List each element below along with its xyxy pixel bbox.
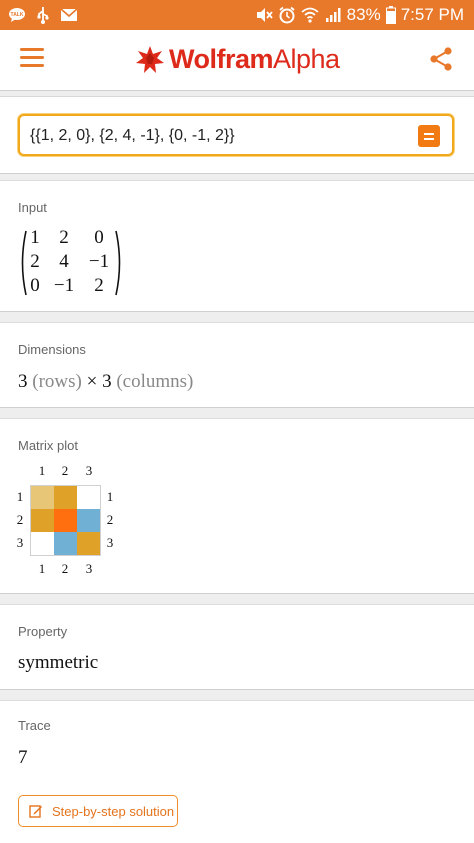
signal-icon xyxy=(325,8,341,22)
matrix-cell: 0 xyxy=(94,227,104,248)
wifi-icon xyxy=(301,7,319,23)
search-section xyxy=(0,96,474,174)
status-right: 83% 7:57 PM xyxy=(255,5,464,25)
share-icon[interactable] xyxy=(428,46,454,72)
plot-bottom-label: 2 xyxy=(61,561,69,576)
matrix-cell: 2 xyxy=(30,251,40,272)
battery-icon xyxy=(385,6,396,24)
times-sign: × xyxy=(86,371,98,392)
pod-title: Input xyxy=(18,200,47,215)
property-value: symmetric xyxy=(18,652,99,673)
pod-title: Trace xyxy=(18,718,51,733)
matrix-plot-pod: Matrix plot 1 2 3 1 2 3 1 2 3 1 2 3 xyxy=(0,418,474,594)
plot-cell xyxy=(54,509,77,532)
matrix-cell: 1 xyxy=(30,227,40,248)
plot-cell xyxy=(31,532,54,555)
plot-cell xyxy=(77,486,100,509)
logo-part-wolfram: Wolfram xyxy=(169,44,274,74)
talk-icon: TALK xyxy=(9,8,25,22)
plot-cell xyxy=(77,532,100,555)
matrix-cell: 4 xyxy=(59,251,69,272)
plot-cell xyxy=(31,486,54,509)
wolfram-alpha-logo[interactable]: WolframAlpha xyxy=(135,44,340,75)
plot-top-label: 3 xyxy=(85,463,93,478)
search-box xyxy=(18,114,454,156)
plot-bottom-label: 3 xyxy=(85,561,93,576)
pod-title: Dimensions xyxy=(18,342,86,357)
rows-unit: (rows) xyxy=(32,371,82,392)
input-pod: Input 1 2 0 2 4 −1 0 −1 2 xyxy=(0,180,474,312)
trace-pod: Trace 7 Step-by-step solution xyxy=(0,700,474,843)
matrix-cell: 2 xyxy=(59,227,69,248)
step-by-step-button[interactable]: Step-by-step solution xyxy=(18,795,178,827)
right-paren xyxy=(115,230,121,296)
compute-button[interactable] xyxy=(418,125,440,147)
pod-title: Matrix plot xyxy=(18,438,78,453)
pod-title: Property xyxy=(18,624,68,639)
search-input[interactable] xyxy=(30,124,410,148)
matrix-cell: 2 xyxy=(94,275,104,296)
plot-top-label: 1 xyxy=(38,463,46,478)
step-by-step-label: Step-by-step solution xyxy=(52,803,175,819)
status-bar: TALK 83% 7:57 PM xyxy=(0,0,474,30)
plot-cell xyxy=(54,532,77,555)
hamburger-icon-line xyxy=(20,56,44,59)
edit-icon xyxy=(29,805,42,818)
cols-value: 3 xyxy=(102,371,112,392)
plot-cell xyxy=(31,509,54,532)
matrix-cell: 0 xyxy=(30,275,40,296)
app-bar: WolframAlpha xyxy=(0,30,474,91)
dimensions-pod: Dimensions 3 (rows) × 3 (columns) xyxy=(0,322,474,408)
wolfram-spikey-icon xyxy=(136,45,164,73)
rows-value: 3 xyxy=(18,371,28,392)
mute-icon xyxy=(256,8,273,22)
mail-icon xyxy=(60,8,78,21)
plot-right-label: 2 xyxy=(106,512,114,527)
plot-left-label: 3 xyxy=(16,535,24,550)
matrix-cell: −1 xyxy=(53,275,75,296)
cols-unit: (columns) xyxy=(116,371,194,392)
logo-part-alpha: Alpha xyxy=(273,44,340,74)
plot-cell xyxy=(77,509,100,532)
plot-bottom-label: 1 xyxy=(38,561,46,576)
plot-left-label: 1 xyxy=(16,489,24,504)
equals-icon-bar xyxy=(424,137,434,140)
plot-grid xyxy=(30,485,101,556)
input-matrix: 1 2 0 2 4 −1 0 −1 2 xyxy=(18,227,124,297)
matrix-plot[interactable]: 1 2 3 1 2 3 1 2 3 1 2 3 xyxy=(14,463,124,579)
plot-cell xyxy=(54,486,77,509)
status-left-icons: TALK xyxy=(8,6,78,24)
alarm-icon xyxy=(279,6,295,24)
equals-icon xyxy=(424,132,434,135)
hamburger-icon xyxy=(20,48,44,51)
logo-text: WolframAlpha xyxy=(169,44,340,75)
trace-value: 7 xyxy=(18,747,28,768)
plot-left-label: 2 xyxy=(16,512,24,527)
plot-right-label: 3 xyxy=(106,535,114,550)
matrix-cell: −1 xyxy=(88,251,110,272)
hamburger-icon-line xyxy=(20,64,44,67)
clock: 7:57 PM xyxy=(400,5,464,24)
plot-right-label: 1 xyxy=(106,489,114,504)
dimensions-value: 3 (rows) × 3 (columns) xyxy=(18,371,193,393)
property-pod: Property symmetric xyxy=(0,604,474,690)
menu-button[interactable] xyxy=(20,48,44,72)
svg-text:TALK: TALK xyxy=(11,12,24,18)
plot-top-label: 2 xyxy=(61,463,69,478)
usb-icon xyxy=(37,7,49,24)
battery-percent: 83% xyxy=(346,5,381,24)
